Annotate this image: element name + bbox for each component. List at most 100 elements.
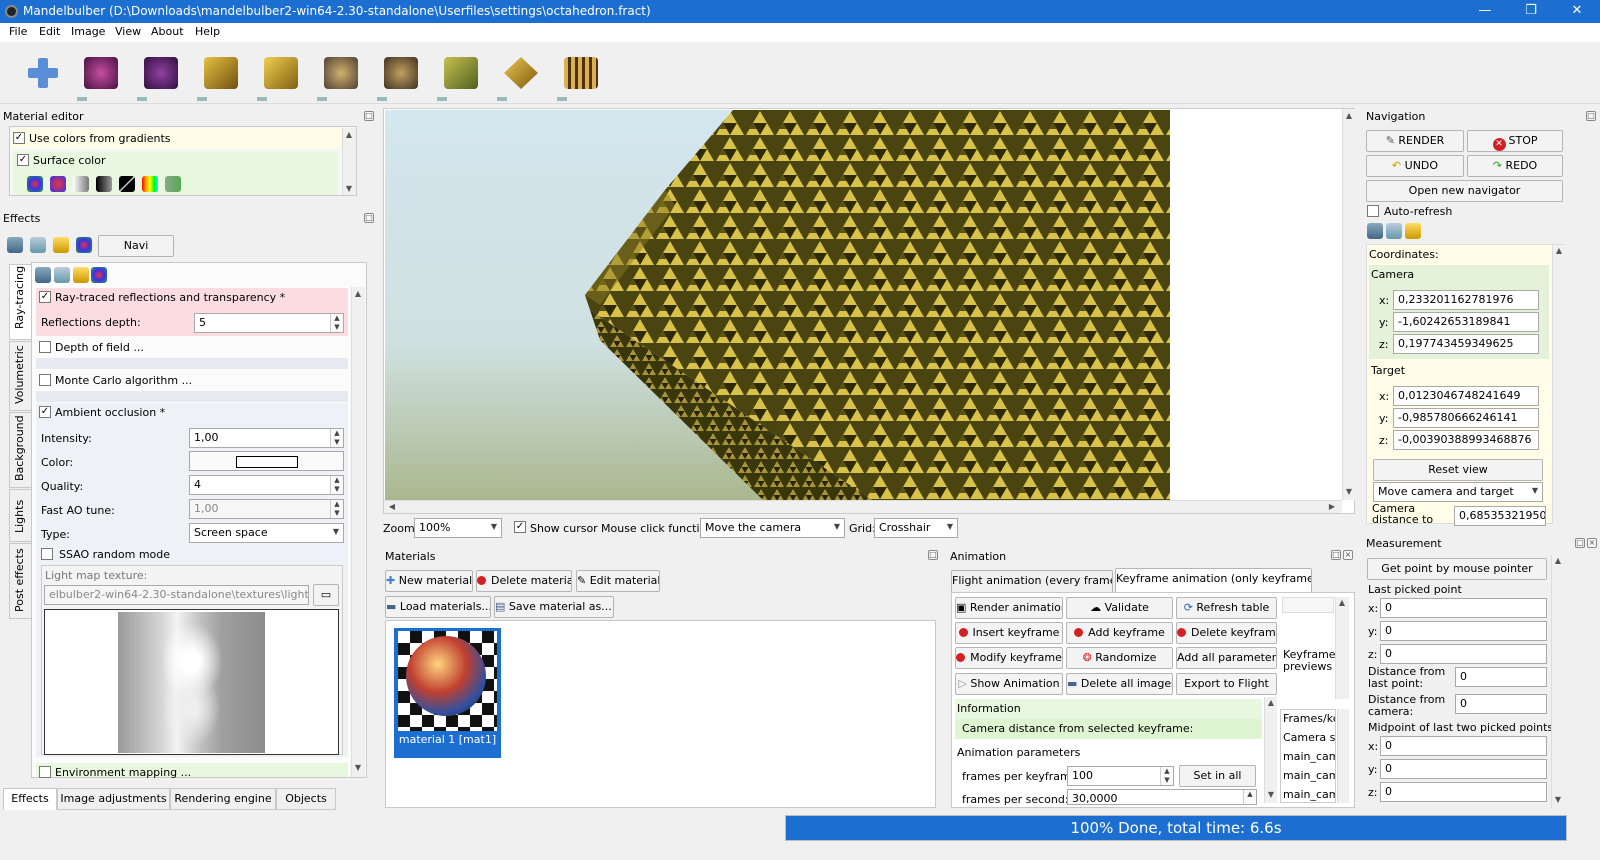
dock-float-icon[interactable]: □ [928, 550, 938, 560]
surface-color-checkbox[interactable]: ✓ [17, 154, 29, 166]
maximize-icon[interactable]: ❐ [1508, 0, 1554, 23]
gradient-grey-icon[interactable] [73, 176, 89, 192]
gradient-rainbow-icon[interactable] [142, 176, 158, 192]
load-materials-button[interactable]: ▬ Load materials... [385, 596, 491, 618]
open-folder-icon[interactable] [7, 237, 23, 253]
preset-thumbnail[interactable] [555, 47, 608, 101]
intensity-input[interactable]: 1,00 ▲ ▼ [189, 428, 344, 448]
edit-material-button[interactable]: ✎ Edit material [576, 570, 660, 592]
validate-button[interactable]: ☁ Validate [1066, 597, 1173, 619]
tab-image-adjustments[interactable]: Image adjustments [57, 788, 170, 810]
midpoint-x-input[interactable]: 0 [1380, 736, 1547, 756]
dock-float-icon[interactable]: □ [364, 111, 374, 121]
new-material-button[interactable]: ✚ New material [385, 570, 473, 592]
minimize-icon[interactable]: — [1462, 0, 1508, 23]
material-editor-scrollbar[interactable]: ▲ ▼ [342, 128, 356, 195]
table-row[interactable]: main_came [1283, 750, 1335, 763]
move-mode-select[interactable]: Move camera and target [1373, 482, 1543, 502]
navi-button[interactable]: Navi [98, 235, 174, 257]
open-navigator-button[interactable]: Open new navigator [1366, 180, 1563, 202]
add-all-parameters-button[interactable]: Add all parameters [1176, 647, 1277, 669]
material-item[interactable]: material 1 [mat1] [394, 628, 501, 758]
previews-scrollbar[interactable]: ▲ [1335, 597, 1349, 699]
table-scrollbar[interactable] [1337, 709, 1349, 803]
gradient-invert-icon[interactable] [119, 176, 135, 192]
gradient-random-icon[interactable] [27, 176, 43, 192]
set-in-all-button[interactable]: Set in all [1179, 765, 1256, 787]
target-x-input[interactable]: 0,0123046748241649 [1393, 386, 1539, 406]
save-icon[interactable] [30, 237, 46, 253]
menu-about[interactable]: About [151, 25, 184, 38]
auto-refresh-checkbox[interactable] [1367, 205, 1379, 217]
ao-type-select[interactable]: Screen space [189, 523, 344, 543]
preset-thumbnail[interactable] [75, 47, 128, 101]
open-folder-icon[interactable] [1367, 223, 1383, 239]
modify-keyframe-button[interactable]: Modify keyframe [955, 647, 1063, 669]
color-picker-button[interactable] [189, 451, 344, 471]
dock-float-icon[interactable]: □ [1331, 550, 1341, 560]
lightmap-path-input[interactable]: elbulber2-win64-2.30-standalone\textures… [44, 585, 309, 605]
save-icon[interactable] [1386, 223, 1402, 239]
refresh-table-button[interactable]: ⟳ Refresh table [1176, 597, 1277, 619]
insert-keyframe-button[interactable]: Insert keyframe [955, 622, 1063, 644]
save-icon[interactable] [54, 267, 70, 283]
preset-thumbnail[interactable] [495, 47, 548, 101]
undo-icon[interactable] [73, 267, 89, 283]
dock-float-icon[interactable]: □ [1586, 111, 1596, 121]
gradient-dark-icon[interactable] [96, 176, 112, 192]
undo-button[interactable]: ↶ UNDO [1366, 155, 1464, 177]
gradient-green-icon[interactable] [165, 176, 181, 192]
dock-float-icon[interactable]: □ [1575, 538, 1585, 548]
undo-icon[interactable] [1405, 223, 1421, 239]
tab-background[interactable]: Background [9, 412, 31, 488]
camera-distance-input[interactable]: 0,685353219509 [1454, 506, 1546, 526]
menu-image[interactable]: Image [71, 25, 105, 38]
use-colors-checkbox[interactable]: ✓ [13, 132, 25, 144]
tab-ray-tracing[interactable]: Ray-tracing [9, 264, 31, 340]
get-point-button[interactable]: Get point by mouse pointer [1367, 558, 1547, 580]
table-row[interactable]: main_came [1283, 769, 1335, 782]
distance-camera-input[interactable]: 0 [1455, 694, 1547, 714]
camera-y-input[interactable]: -1,60242653189841 [1393, 312, 1539, 332]
picked-x-input[interactable]: 0 [1380, 598, 1547, 618]
dof-checkbox[interactable] [39, 341, 51, 353]
menu-view[interactable]: View [115, 25, 141, 38]
dock-close-icon[interactable]: × [1587, 538, 1597, 548]
show-animation-button[interactable]: ▷ Show Animation [955, 673, 1063, 695]
target-z-input[interactable]: -0,00390388993468876 [1393, 430, 1539, 450]
preset-thumbnail[interactable] [435, 47, 488, 101]
dock-float-icon[interactable]: □ [364, 213, 374, 223]
render-button[interactable]: ✎ RENDER [1366, 130, 1464, 152]
open-folder-icon[interactable] [35, 267, 51, 283]
picked-y-input[interactable]: 0 [1380, 621, 1547, 641]
random-icon[interactable] [76, 237, 92, 253]
preset-thumbnail[interactable] [135, 47, 188, 101]
tab-lights[interactable]: Lights [9, 489, 31, 542]
midpoint-z-input[interactable]: 0 [1380, 782, 1547, 802]
dock-close-icon[interactable]: × [1343, 550, 1353, 560]
render-animation-button[interactable]: ▣ Render animation [955, 597, 1063, 619]
undo-icon[interactable] [53, 237, 69, 253]
zoom-select[interactable]: 100% [414, 518, 502, 538]
target-y-input[interactable]: -0,985780666246141 [1393, 408, 1539, 428]
export-to-flight-button[interactable]: Export to Flight [1176, 673, 1277, 695]
preset-thumbnail[interactable] [375, 47, 428, 101]
picked-z-input[interactable]: 0 [1380, 644, 1547, 664]
tab-effects[interactable]: Effects [3, 788, 57, 810]
tab-rendering-engine[interactable]: Rendering engine [170, 788, 276, 810]
menu-help[interactable]: Help [195, 25, 220, 38]
reset-view-button[interactable]: Reset view [1373, 459, 1543, 481]
camera-x-input[interactable]: 0,233201162781976 [1393, 290, 1539, 310]
fast-ao-input[interactable]: 1,00 ▲ ▼ [189, 499, 344, 519]
tab-keyframe-animation[interactable]: Keyframe animation (only keyframes) [1115, 568, 1312, 593]
ambient-occlusion-checkbox[interactable]: ✓ [39, 406, 51, 418]
delete-keyframe-button[interactable]: Delete keyframe [1176, 622, 1277, 644]
randomize-button[interactable]: ❂ Randomize [1066, 647, 1173, 669]
tab-flight-animation[interactable]: Flight animation (every frame) [951, 570, 1113, 593]
browse-folder-icon[interactable]: ▭ [313, 584, 339, 606]
mouse-click-select[interactable]: Move the camera [700, 518, 845, 538]
tab-objects[interactable]: Objects [276, 788, 336, 810]
close-icon[interactable]: ✕ [1554, 0, 1600, 23]
render-viewport[interactable]: ▲ ▼ ◀ ▶ [383, 108, 1355, 514]
distance-last-input[interactable]: 0 [1455, 667, 1547, 687]
